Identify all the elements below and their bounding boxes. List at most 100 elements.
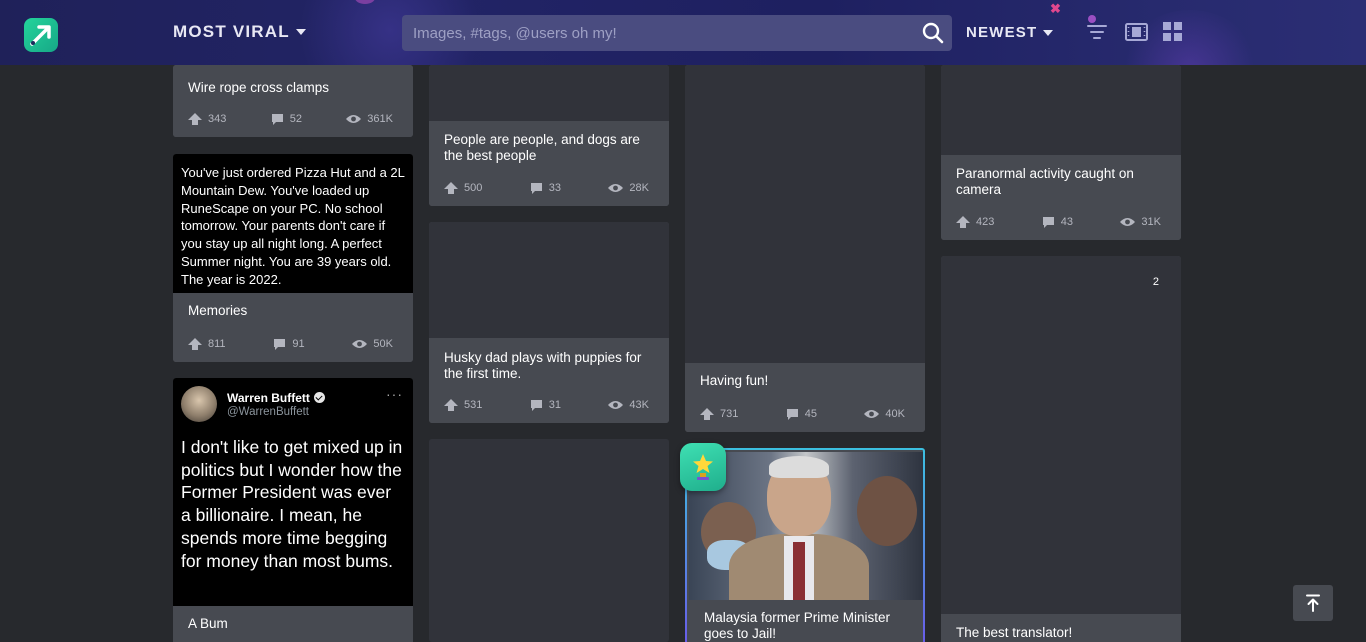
search-icon[interactable]: [922, 22, 944, 44]
post-info: Malaysia former Prime Minister goes to J…: [687, 600, 923, 642]
upvote-value: 731: [720, 408, 739, 420]
post-card-wire-rope[interactable]: Wire rope cross clamps 343 52 361K: [173, 65, 413, 137]
post-card-having-fun[interactable]: Having fun! 731 45 40K: [685, 65, 925, 432]
post-media: [941, 65, 1181, 155]
view-count: 31K: [1120, 216, 1161, 228]
comment-bubble-icon: [786, 409, 798, 420]
search-bar: [402, 15, 952, 51]
upvote-value: 343: [208, 113, 227, 125]
comment-bubble-icon: [530, 400, 542, 411]
post-media: [429, 439, 669, 642]
post-stats: 531 31 43K: [444, 399, 649, 411]
most-viral-dropdown[interactable]: MOST VIRAL: [173, 22, 306, 42]
upvote-arrow-icon: [700, 408, 714, 420]
grid-view-icon[interactable]: [1163, 22, 1182, 41]
upvote-arrow-icon: [444, 399, 458, 411]
newest-label: NEWEST: [966, 24, 1038, 41]
post-info: A Bum: [173, 606, 413, 642]
eye-icon: [1120, 218, 1136, 226]
post-media-text: You've just ordered Pizza Hut and a 2L M…: [181, 165, 405, 287]
tweet-text: I don't like to get mixed up in politics…: [181, 437, 403, 571]
chevron-down-icon: [1043, 29, 1054, 36]
trophy-icon: [680, 443, 726, 491]
view-value: 40K: [885, 408, 905, 420]
post-title: Paranormal activity caught on camera: [956, 166, 1134, 197]
film-view-icon[interactable]: [1125, 22, 1148, 42]
top-navbar: MOST VIRAL NEWEST ✖: [0, 0, 1366, 65]
upvote-value: 531: [464, 399, 483, 411]
imgur-logo-icon[interactable]: [24, 18, 58, 52]
post-media: [685, 65, 925, 363]
post-info: Wire rope cross clamps 343 52 361K: [173, 65, 413, 137]
upvote-value: 500: [464, 182, 483, 194]
post-media: [429, 222, 669, 338]
post-title: Husky dad plays with puppies for the fir…: [444, 350, 642, 381]
photo-tie: [793, 542, 805, 600]
upvote-arrow-icon: [956, 216, 970, 228]
upvote-count: 531: [444, 399, 482, 411]
upvote-arrow-icon: [444, 182, 458, 194]
more-options-icon: ···: [386, 386, 403, 402]
post-media-tweet-screenshot: Warren Buffett @WarrenBuffett ··· I don'…: [173, 378, 413, 606]
view-count: 28K: [608, 182, 649, 194]
post-info: Having fun! 731 45 40K: [685, 363, 925, 432]
post-title: The best translator!: [956, 625, 1073, 640]
post-info: Husky dad plays with puppies for the fir…: [429, 338, 669, 423]
eye-icon: [352, 340, 368, 348]
tweet-author: Warren Buffett @WarrenBuffett: [227, 391, 325, 418]
comment-value: 52: [289, 113, 302, 125]
upvote-value: 811: [208, 338, 226, 350]
upvote-count: 500: [444, 182, 482, 194]
close-mark-icon[interactable]: ✖: [1050, 1, 1061, 17]
eye-icon: [608, 184, 624, 192]
eye-icon: [864, 410, 880, 418]
comment-bubble-icon: [274, 339, 286, 350]
chevron-down-icon: [295, 29, 306, 35]
post-title: A Bum: [188, 616, 228, 631]
post-title: Malaysia former Prime Minister goes to J…: [704, 610, 891, 641]
comment-count: 52: [271, 113, 302, 125]
post-card-dogs[interactable]: People are people, and dogs are the best…: [429, 65, 669, 206]
post-stats: 343 52 361K: [188, 113, 393, 125]
back-to-top-icon: [1306, 594, 1320, 612]
album-count-badge: 2: [1152, 276, 1159, 288]
post-card-memories[interactable]: You've just ordered Pizza Hut and a 2L M…: [173, 154, 413, 362]
post-card-loading[interactable]: [429, 439, 669, 642]
post-card-a-bum[interactable]: Warren Buffett @WarrenBuffett ··· I don'…: [173, 378, 413, 642]
post-stats: 423 43 31K: [956, 216, 1161, 228]
post-stats: 731 45 40K: [700, 408, 905, 420]
comment-bubble-icon: [1042, 217, 1054, 228]
comment-value: 91: [292, 338, 305, 350]
comment-count: 43: [1042, 216, 1073, 228]
view-value: 361K: [367, 113, 393, 125]
view-count: 50K: [352, 338, 393, 350]
upvote-count: 811: [188, 338, 226, 350]
view-value: 43K: [629, 399, 649, 411]
upvote-arrow-icon: [188, 113, 202, 125]
post-card-husky[interactable]: Husky dad plays with puppies for the fir…: [429, 222, 669, 423]
view-count: 361K: [346, 113, 393, 125]
tweet-handle: @WarrenBuffett: [227, 405, 309, 418]
post-info: Memories 811 91 50K: [173, 293, 413, 362]
view-count: 40K: [864, 408, 905, 420]
newest-dropdown[interactable]: NEWEST: [966, 24, 1054, 41]
post-stats: 500 33 28K: [444, 182, 649, 194]
filter-lines-icon[interactable]: [1087, 22, 1107, 42]
upvote-arrow-icon: [188, 338, 202, 350]
comment-value: 31: [548, 399, 562, 411]
upvote-value: 423: [976, 216, 995, 228]
comment-count: 31: [530, 399, 561, 411]
comment-count: 33: [530, 182, 561, 194]
search-input[interactable]: [402, 15, 912, 51]
post-card-paranormal[interactable]: Paranormal activity caught on camera 423…: [941, 65, 1181, 240]
back-to-top-button[interactable]: [1293, 585, 1333, 621]
verified-badge-icon: [313, 392, 325, 403]
avatar: [181, 386, 217, 422]
upvote-count: 423: [956, 216, 994, 228]
most-viral-label: MOST VIRAL: [173, 22, 290, 41]
post-title: Wire rope cross clamps: [188, 80, 330, 95]
photo-hair: [769, 456, 829, 478]
post-card-translator[interactable]: 2 The best translator!: [941, 256, 1181, 642]
comment-bubble-icon: [271, 114, 283, 125]
comment-bubble-icon: [530, 183, 542, 194]
